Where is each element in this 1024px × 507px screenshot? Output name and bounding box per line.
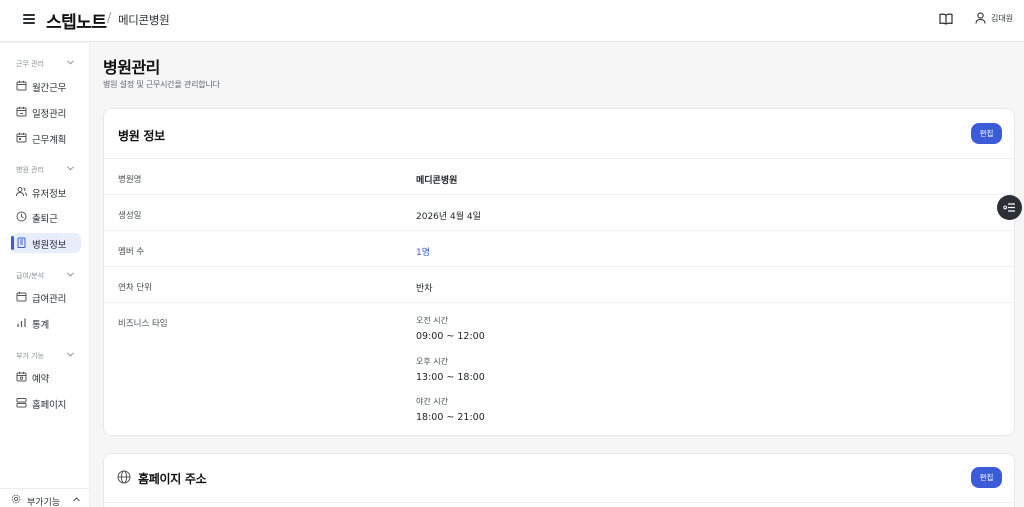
night-time: 18:00 ~ 21:00 xyxy=(416,412,485,423)
sidebar-item-label: 유저정보 xyxy=(32,189,67,200)
sidebar-item-attendance[interactable]: 출퇴근 xyxy=(11,207,81,227)
sidebar-item-stats[interactable]: 통계 xyxy=(11,313,81,333)
row-value: 2026년 4월 4일 xyxy=(416,212,481,222)
member-count-link[interactable]: 1명 xyxy=(416,245,430,258)
sidebar: 근무 관리 월간근무 일정관리 근무계획 병원 관리 유저정보 출퇴근 병원정보… xyxy=(0,43,90,507)
sidebar-item-work-plan[interactable]: 근무계획 xyxy=(11,128,81,148)
card-title: 병원 정보 xyxy=(118,129,165,143)
sidebar-section-payroll[interactable]: 급여/분석 xyxy=(16,271,76,283)
chevron-up-icon xyxy=(73,497,80,502)
menu-icon[interactable] xyxy=(23,14,35,24)
row-key: 멤버 수 xyxy=(118,247,145,257)
chevron-down-icon xyxy=(67,272,74,277)
row-value: 메디콘병원 xyxy=(416,176,458,186)
users-icon xyxy=(16,187,27,197)
divider xyxy=(104,502,1014,503)
globe-icon xyxy=(117,470,131,484)
sidebar-item-label: 근무계획 xyxy=(32,135,67,146)
edit-hospital-button[interactable]: 편집 xyxy=(971,123,1002,144)
sidebar-section-work[interactable]: 근무 관리 xyxy=(16,59,76,71)
edit-homepage-button[interactable]: 편집 xyxy=(971,467,1002,488)
clock-icon xyxy=(16,211,27,222)
sidebar-extra-label: 부가기능 xyxy=(27,498,61,507)
layout-icon xyxy=(16,398,27,408)
chevron-down-icon xyxy=(67,60,74,65)
breadcrumb-separator: / xyxy=(107,11,112,26)
top-header: 스텝노트 / 메디콘병원 김대원 xyxy=(0,0,1024,42)
row-key: 연차 단위 xyxy=(118,283,152,293)
sidebar-item-label: 예약 xyxy=(32,374,50,385)
homepage-address-card: 홈페이지 주소 편집 xyxy=(103,453,1015,507)
row-key: 비즈니스 타임 xyxy=(118,319,168,329)
sidebar-item-label: 병원정보 xyxy=(32,240,67,251)
info-row-created: 생성일 2026년 4월 4일 xyxy=(104,195,1014,231)
afternoon-time: 13:00 ~ 18:00 xyxy=(416,372,485,383)
calendar-plan-icon xyxy=(16,132,27,143)
info-row-leave-unit: 연차 단위 반차 xyxy=(104,267,1014,303)
breadcrumb-hospital[interactable]: 메디콘병원 xyxy=(118,12,170,28)
sidebar-section-extra[interactable]: 부가 기능 xyxy=(16,351,76,363)
night-label: 야간 시간 xyxy=(416,397,448,406)
morning-label: 오전 시간 xyxy=(416,316,448,325)
sidebar-item-label: 통계 xyxy=(32,320,50,331)
calendar-icon xyxy=(16,80,27,91)
sidebar-item-label: 일정관리 xyxy=(32,109,67,120)
sidebar-item-hospital-info[interactable]: 병원정보 xyxy=(11,233,81,253)
card-title: 홈페이지 주소 xyxy=(138,472,207,486)
sidebar-item-label: 급여관리 xyxy=(32,294,67,305)
sidebar-item-homepage[interactable]: 홈페이지 xyxy=(11,393,81,413)
sidebar-item-label: 출퇴근 xyxy=(32,214,58,225)
sidebar-item-users[interactable]: 유저정보 xyxy=(11,182,81,202)
sidebar-item-label: 월간근무 xyxy=(32,83,67,94)
section-title: 부가 기능 xyxy=(16,352,44,360)
hospital-info-card: 병원 정보 편집 병원명 메디콘병원 생성일 2026년 4월 4일 멤버 수 … xyxy=(103,108,1015,436)
info-row-members: 멤버 수 1명 xyxy=(104,231,1014,267)
sidebar-item-monthly[interactable]: 월간근무 xyxy=(11,76,81,96)
wallet-icon xyxy=(16,291,27,302)
chevron-down-icon xyxy=(67,352,74,357)
floating-action-button[interactable] xyxy=(997,195,1022,220)
building-icon xyxy=(17,237,26,248)
section-title: 병원 관리 xyxy=(16,166,44,174)
app-brand[interactable]: 스텝노트 xyxy=(46,8,107,33)
chevron-down-icon xyxy=(67,166,74,171)
calendar-check-icon xyxy=(16,371,27,382)
settings-list-icon xyxy=(1003,203,1015,212)
user-icon xyxy=(975,12,986,24)
gear-icon xyxy=(11,494,21,504)
bar-chart-icon xyxy=(17,318,26,327)
sidebar-extra-toggle[interactable]: 부가기능 xyxy=(0,488,89,507)
sidebar-section-hospital[interactable]: 병원 관리 xyxy=(16,165,76,177)
info-row-business-time: 비즈니스 타임 오전 시간 09:00 ~ 12:00 오후 시간 13:00 … xyxy=(104,303,1014,435)
book-icon[interactable] xyxy=(939,13,953,25)
row-key: 병원명 xyxy=(118,175,142,185)
calendar-edit-icon xyxy=(16,106,27,117)
row-key: 생성일 xyxy=(118,211,142,221)
page-title: 병원관리 xyxy=(103,58,160,77)
section-title: 근무 관리 xyxy=(16,60,44,68)
section-title: 급여/분석 xyxy=(16,272,45,280)
page-subtitle: 병원 설정 및 근무시간을 관리합니다 xyxy=(103,80,220,89)
morning-time: 09:00 ~ 12:00 xyxy=(416,331,485,342)
row-value: 반차 xyxy=(416,284,433,294)
sidebar-item-reservation[interactable]: 예약 xyxy=(11,367,81,387)
sidebar-item-label: 홈페이지 xyxy=(32,400,67,411)
sidebar-item-schedule[interactable]: 일정관리 xyxy=(11,102,81,122)
sidebar-item-payroll[interactable]: 급여관리 xyxy=(11,287,81,307)
user-name: 김대원 xyxy=(991,14,1014,23)
afternoon-label: 오후 시간 xyxy=(416,357,448,366)
info-row-name: 병원명 메디콘병원 xyxy=(104,159,1014,195)
